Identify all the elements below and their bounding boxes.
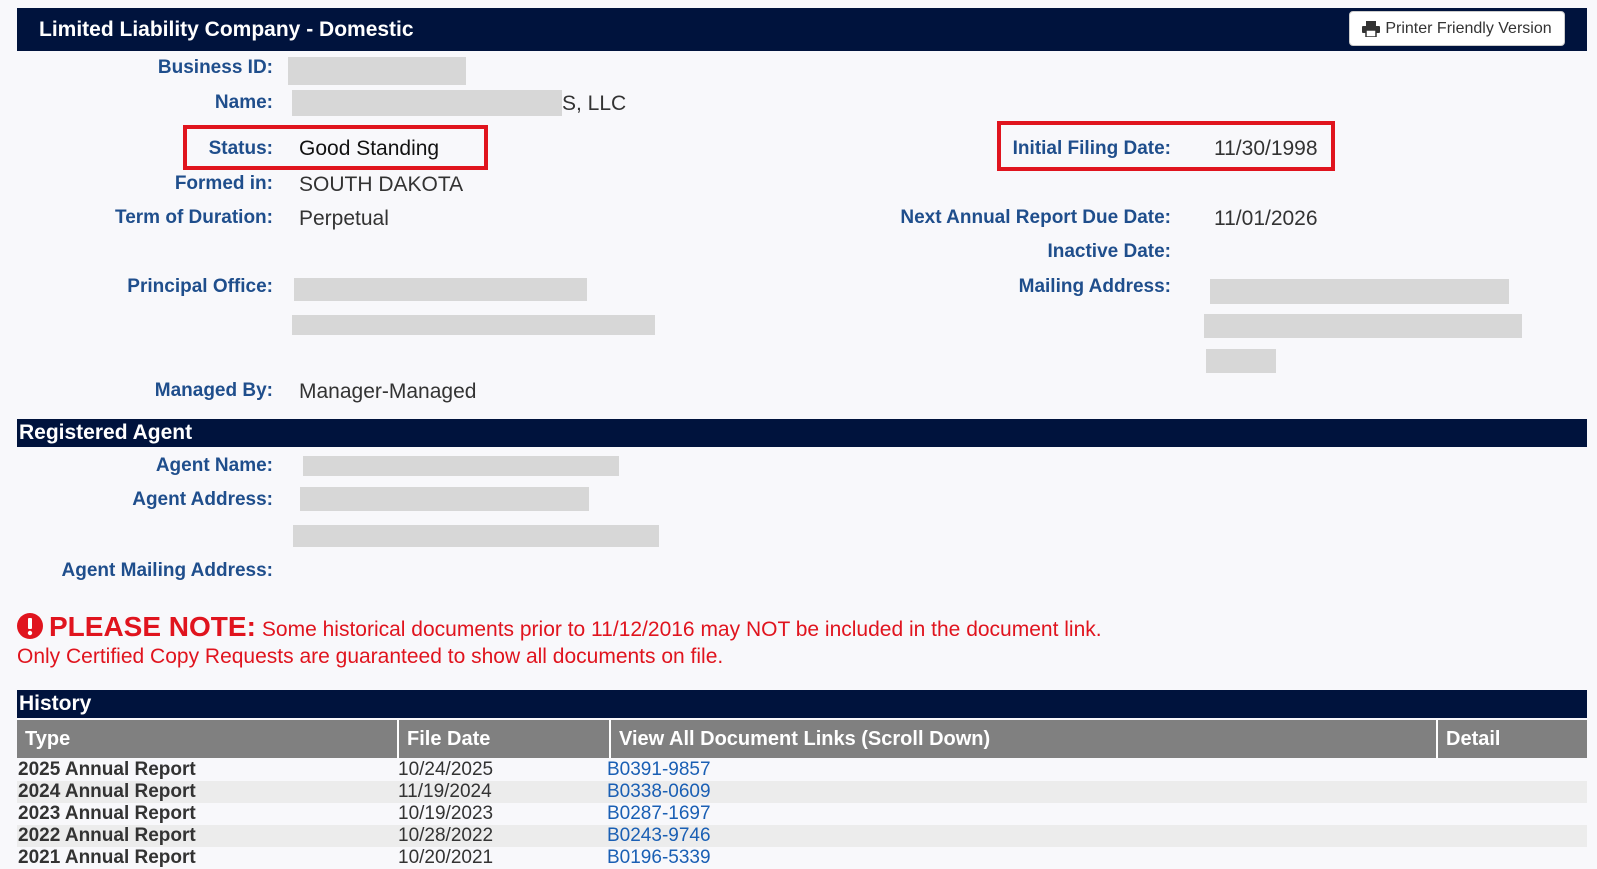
exclamation-circle-icon <box>17 613 43 639</box>
agent-address-redacted-2 <box>293 525 659 547</box>
formed-in-value: SOUTH DAKOTA <box>299 173 464 196</box>
row-document-link[interactable]: B0243-9746 <box>607 825 711 847</box>
row-document-link[interactable]: B0287-1697 <box>607 803 711 825</box>
agent-name-label: Agent Name: <box>155 455 273 476</box>
agent-address-label: Agent Address: <box>132 489 273 510</box>
row-file-date: 10/24/2025 <box>398 759 494 780</box>
table-row: 2025 Annual Report 10/24/2025 B0391-9857 <box>17 759 1587 781</box>
history-header: History <box>17 690 1587 718</box>
row-type: 2022 Annual Report <box>18 825 196 846</box>
row-document-link[interactable]: B0338-0609 <box>607 781 711 803</box>
row-type: 2025 Annual Report <box>18 759 196 780</box>
row-type: 2023 Annual Report <box>18 803 196 824</box>
row-document-link[interactable]: B0391-9857 <box>607 759 711 781</box>
row-file-date: 10/19/2023 <box>398 803 494 824</box>
formed-in-label: Formed in: <box>174 173 273 194</box>
row-type: 2024 Annual Report <box>18 781 196 802</box>
row-file-date: 11/19/2024 <box>398 781 492 802</box>
status-label: Status: <box>208 138 273 159</box>
mailing-address-redacted-2 <box>1204 314 1522 338</box>
table-row: 2021 Annual Report 10/20/2021 B0196-5339 <box>17 847 1587 869</box>
managed-by-label: Managed By: <box>154 380 273 401</box>
table-row: 2022 Annual Report 10/28/2022 B0243-9746 <box>17 825 1587 847</box>
please-note-text-2: Only Certified Copy Requests are guarant… <box>17 645 724 668</box>
column-header-file-date: File Date <box>397 720 609 758</box>
agent-mailing-address-label: Agent Mailing Address: <box>61 560 273 581</box>
principal-office-label: Principal Office: <box>127 276 273 297</box>
mailing-address-redacted-3 <box>1206 349 1276 373</box>
term-of-duration-label: Term of Duration: <box>115 207 273 228</box>
mailing-address-redacted-1 <box>1210 279 1509 304</box>
row-document-link[interactable]: B0196-5339 <box>607 847 711 869</box>
inactive-date-label: Inactive Date: <box>1047 241 1171 262</box>
registered-agent-header: Registered Agent <box>17 419 1587 447</box>
please-note-line1: PLEASE NOTE: Some historical documents pr… <box>17 611 1102 643</box>
status-value: Good Standing <box>299 137 440 160</box>
please-note-text-1: Some historical documents prior to 11/12… <box>261 618 1102 641</box>
row-file-date: 10/20/2021 <box>398 847 494 868</box>
printer-friendly-label: Printer Friendly Version <box>1385 19 1552 37</box>
term-of-duration-value: Perpetual <box>299 207 389 230</box>
initial-filing-date-label: Initial Filing Date: <box>1012 138 1171 159</box>
next-annual-report-value: 11/01/2026 <box>1214 207 1318 230</box>
mailing-address-label: Mailing Address: <box>1018 276 1171 297</box>
please-note-heading: PLEASE NOTE: <box>49 611 256 642</box>
principal-office-redacted-1 <box>294 278 587 301</box>
business-id-redacted <box>288 57 466 85</box>
name-label: Name: <box>214 92 273 113</box>
printer-icon <box>1362 20 1381 37</box>
agent-name-redacted <box>303 456 619 476</box>
business-id-label: Business ID: <box>157 57 273 78</box>
entity-type-title: Limited Liability Company - Domestic <box>39 18 414 41</box>
managed-by-value: Manager-Managed <box>299 380 477 403</box>
initial-filing-date-value: 11/30/1998 <box>1214 137 1318 160</box>
history-table-header: Type File Date View All Document Links (… <box>17 720 1587 758</box>
principal-office-redacted-2 <box>292 315 655 335</box>
name-value-suffix: S, LLC <box>562 92 627 115</box>
table-row: 2024 Annual Report 11/19/2024 B0338-0609 <box>17 781 1587 803</box>
agent-address-redacted-1 <box>300 487 589 511</box>
table-row: 2023 Annual Report 10/19/2023 B0287-1697 <box>17 803 1587 825</box>
printer-friendly-button[interactable]: Printer Friendly Version <box>1349 11 1565 46</box>
entity-type-header: Limited Liability Company - Domestic Pri… <box>17 8 1587 51</box>
row-file-date: 10/28/2022 <box>398 825 494 846</box>
column-header-type: Type <box>25 728 71 750</box>
name-redacted <box>292 90 562 116</box>
column-header-detail: Detail <box>1436 720 1587 758</box>
column-header-document-links: View All Document Links (Scroll Down) <box>609 720 1436 758</box>
next-annual-report-label: Next Annual Report Due Date: <box>900 207 1171 228</box>
row-type: 2021 Annual Report <box>18 847 196 868</box>
